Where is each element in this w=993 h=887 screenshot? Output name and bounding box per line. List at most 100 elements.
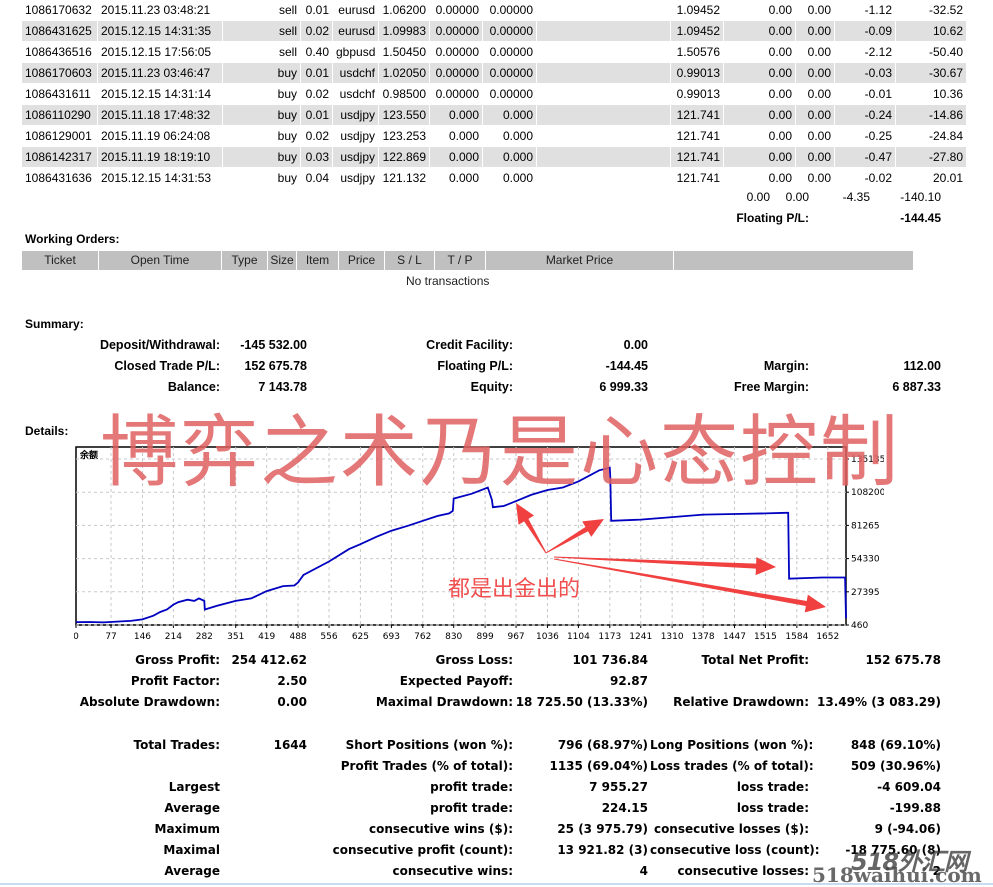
cell-open-time: 2015.11.19 18:19:10 xyxy=(98,147,222,167)
x-tick-label: 1515 xyxy=(754,632,777,642)
cell-size: 0.01 xyxy=(301,63,332,83)
x-tick-label: 214 xyxy=(165,632,182,642)
cell-open-time: 2015.12.15 14:31:14 xyxy=(101,87,212,101)
cell-commission: 0.00 xyxy=(768,3,792,17)
stat-label: Absolute Drawdown: xyxy=(79,695,220,709)
stat-value: -4 609.04 xyxy=(877,780,941,794)
cell-size: 0.01 xyxy=(305,3,329,17)
balance-label: Balance: xyxy=(167,380,220,394)
x-tick-label: 419 xyxy=(258,632,275,642)
cell-profit: -27.80 xyxy=(896,147,966,167)
cell-price: 0.98500 xyxy=(382,87,426,101)
cell-taxes: 0.00 xyxy=(807,129,831,143)
cell-size: 0.01 xyxy=(301,105,332,125)
cell-ticket: 1086431636 xyxy=(25,171,92,185)
cell-taxes: 0.00 xyxy=(807,3,831,17)
position-row: 1086431625 2015.12.15 14:31:35 sell 0.02 eur… xyxy=(22,21,966,41)
column-header: T / P xyxy=(435,251,485,270)
cell-sl: 0.000 xyxy=(430,147,482,167)
cell-size: 0.40 xyxy=(305,45,329,59)
cell-type: buy xyxy=(223,63,300,83)
column-header: Size xyxy=(268,251,296,270)
cell-profit: -32.52 xyxy=(928,3,963,17)
cell-item: gbpusd xyxy=(336,45,376,59)
position-row: 1086436516 2015.12.15 17:56:05 sell 0.40 gbp… xyxy=(22,42,963,62)
cell-swap: -0.24 xyxy=(835,105,895,125)
stat-label: consecutive losses ($): xyxy=(653,822,809,836)
summary-floating-pl-value: -144.45 xyxy=(605,359,648,373)
stat-label: consecutive losses: xyxy=(677,864,809,878)
position-row: 1086431611 2015.12.15 14:31:14 buy 0.02 usdc… xyxy=(22,84,963,104)
cell-tp: 0.00000 xyxy=(489,3,533,17)
cell-type: buy xyxy=(277,129,297,143)
cell-item: usdjpy xyxy=(333,147,378,167)
cell-open-time: 2015.11.23 03:48:21 xyxy=(101,3,211,17)
watermark-title: 博弈之术乃是心态控制 xyxy=(100,408,901,498)
no-transactions-text: No transactions xyxy=(406,274,490,288)
cell-ticket: 1086431611 xyxy=(25,87,91,101)
cell-market-price: 0.99013 xyxy=(676,87,720,101)
cell-market-price: 121.741 xyxy=(671,147,723,167)
x-tick-label: 693 xyxy=(383,632,400,642)
x-tick-label: 77 xyxy=(105,632,116,642)
empty-cell xyxy=(537,126,670,146)
stat-label: Gross Loss: xyxy=(435,653,513,667)
cell-swap: -1.12 xyxy=(864,3,892,17)
cell-market-price: 121.741 xyxy=(676,129,720,143)
equity-label: Equity: xyxy=(470,380,513,394)
stat-value: -199.88 xyxy=(889,801,941,815)
stat-value: 25 (3 975.79) xyxy=(557,822,648,836)
cell-market-price: 1.50576 xyxy=(676,45,720,59)
stat-label: Short Positions (won %): xyxy=(345,738,513,752)
x-tick-label: 899 xyxy=(477,632,494,642)
cell-profit: -14.86 xyxy=(896,105,966,125)
cell-price: 1.06200 xyxy=(382,3,426,17)
stat-label: Maximal Drawdown: xyxy=(375,695,513,709)
position-row: 1086110290 2015.11.18 17:48:32 buy 0.01 usdj… xyxy=(22,105,966,125)
cell-ticket: 1086431625 xyxy=(22,21,97,41)
cell-sl: 0.000 xyxy=(448,171,479,185)
column-header: Price xyxy=(339,251,384,270)
cell-item: usdjpy xyxy=(340,171,375,185)
column-header: Open Time xyxy=(99,251,221,270)
cell-type: buy xyxy=(277,171,297,185)
margin-value: 112.00 xyxy=(903,359,941,373)
cell-type: buy xyxy=(277,87,297,101)
cell-open-time: 2015.11.19 06:24:08 xyxy=(101,129,211,143)
cell-open-time: 2015.11.18 17:48:32 xyxy=(98,105,222,125)
stat-value: 254 412.62 xyxy=(231,653,307,667)
stat-value: 13 921.82 (3) xyxy=(557,843,648,857)
cell-taxes: 0.00 xyxy=(796,63,834,83)
cell-market-price: 1.09452 xyxy=(671,21,723,41)
stat-label: Profit Trades (% of total): xyxy=(340,759,513,773)
cell-price: 121.132 xyxy=(382,171,426,185)
stat-label: Loss trades (% of total): xyxy=(650,759,814,773)
stat-value: 848 (69.10%) xyxy=(850,738,941,752)
cell-item: usdchf xyxy=(339,87,375,101)
stat-label: Total Net Profit: xyxy=(701,653,809,667)
cell-size: 0.02 xyxy=(305,87,329,101)
x-tick-label: 830 xyxy=(445,632,462,642)
deposit-withdrawal-label: Deposit/Withdrawal: xyxy=(99,338,220,352)
cell-commission: 0.00 xyxy=(768,87,792,101)
cell-commission: 0.00 xyxy=(727,21,795,41)
cell-market-price: 121.741 xyxy=(671,105,723,125)
stat-label: Gross Profit: xyxy=(135,653,220,667)
cell-swap: -0.09 xyxy=(835,21,895,41)
empty-cell xyxy=(537,42,670,62)
summary-floating-pl-label: Floating P/L: xyxy=(437,359,513,373)
margin-label: Margin: xyxy=(763,359,809,373)
cell-commission: 0.00 xyxy=(727,63,795,83)
cell-profit: 10.62 xyxy=(896,21,966,41)
cell-profit: -24.84 xyxy=(928,129,963,143)
cell-size: 0.02 xyxy=(305,129,329,143)
cell-price: 1.50450 xyxy=(382,45,426,59)
x-tick-label: 1378 xyxy=(692,632,715,642)
column-header: Type xyxy=(222,251,267,270)
stat-value: 1135 (69.04%) xyxy=(549,759,648,773)
working-orders-title: Working Orders: xyxy=(25,232,120,246)
cell-price: 122.869 xyxy=(379,147,429,167)
cell-item: eurusd xyxy=(338,3,375,17)
floating-pl-label: Floating P/L: xyxy=(736,211,809,225)
cell-taxes: 0.00 xyxy=(796,105,834,125)
